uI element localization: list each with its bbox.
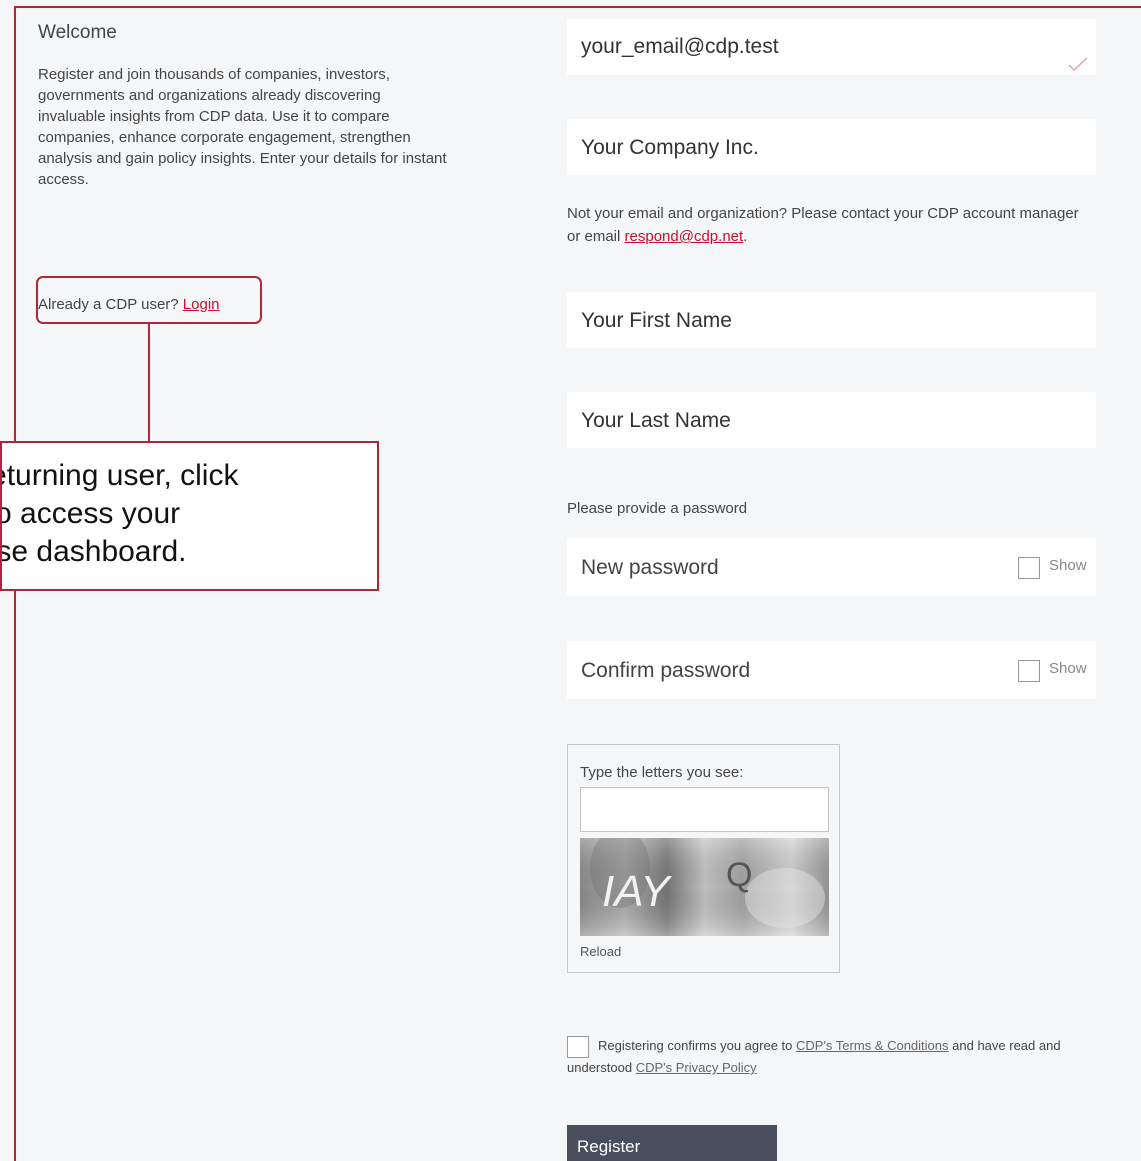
welcome-title: Welcome xyxy=(38,22,117,43)
first-name-input[interactable]: Your First Name xyxy=(567,292,1096,348)
captcha-reload-link[interactable]: Reload xyxy=(580,944,621,959)
terms-text: Registering confirms you agree to CDP's … xyxy=(567,1035,1077,1079)
callout-text: a returning user, click in to access you… xyxy=(2,457,375,571)
show-new-password-label[interactable]: Show xyxy=(1049,557,1087,574)
valid-check-icon xyxy=(1068,57,1088,71)
captcha-label: Type the letters you see: xyxy=(580,764,744,781)
new-password-input[interactable]: New password Show xyxy=(567,538,1096,596)
company-field[interactable]: Your Company Inc. xyxy=(567,119,1096,175)
show-new-password-checkbox[interactable] xyxy=(1018,557,1040,579)
show-confirm-password-label[interactable]: Show xyxy=(1049,660,1087,677)
new-password-placeholder: New password xyxy=(581,556,719,579)
captcha-text-1: IAY xyxy=(602,867,672,916)
email-value: your_email@cdp.test xyxy=(581,35,779,58)
respond-email-link[interactable]: respond@cdp.net xyxy=(625,228,744,245)
email-field[interactable]: your_email@cdp.test xyxy=(567,19,1096,75)
already-user-text: Already a CDP user? xyxy=(38,296,179,313)
captcha-image: IAY Q xyxy=(580,838,829,936)
callout-line-2-rest: to access your xyxy=(2,497,181,530)
captcha-text-2: Q xyxy=(726,856,752,894)
terms-prefix: Registering confirms you agree to xyxy=(598,1038,793,1053)
captcha-input[interactable] xyxy=(580,787,829,832)
privacy-link[interactable]: CDP's Privacy Policy xyxy=(636,1060,757,1075)
terms-checkbox[interactable] xyxy=(567,1036,589,1058)
annotation-callout: a returning user, click in to access you… xyxy=(0,441,379,591)
password-label: Please provide a password xyxy=(567,500,748,517)
first-name-placeholder: Your First Name xyxy=(581,309,732,332)
callout-line-3: onse dashboard. xyxy=(2,535,187,568)
welcome-intro: Register and join thousands of companies… xyxy=(38,66,447,188)
confirm-password-placeholder: Confirm password xyxy=(581,659,751,682)
callout-connector xyxy=(148,324,150,442)
already-user-line: Already a CDP user? Login xyxy=(38,296,220,313)
annotation-frame-top xyxy=(14,6,1141,8)
last-name-placeholder: Your Last Name xyxy=(581,409,731,432)
contact-note: Not your email and organization? Please … xyxy=(567,202,1087,248)
captcha-panel: Type the letters you see: IAY Q Reload xyxy=(567,744,840,973)
register-button[interactable]: Register xyxy=(567,1125,777,1161)
company-value: Your Company Inc. xyxy=(581,136,759,159)
contact-note-end: . xyxy=(743,228,748,245)
last-name-input[interactable]: Your Last Name xyxy=(567,392,1096,448)
confirm-password-input[interactable]: Confirm password Show xyxy=(567,641,1096,699)
callout-line-1: a returning user, click xyxy=(2,459,239,492)
show-confirm-password-checkbox[interactable] xyxy=(1018,660,1040,682)
login-link[interactable]: Login xyxy=(183,296,220,313)
terms-link[interactable]: CDP's Terms & Conditions xyxy=(796,1038,949,1053)
callout-line-2: in to access your xyxy=(2,495,375,533)
